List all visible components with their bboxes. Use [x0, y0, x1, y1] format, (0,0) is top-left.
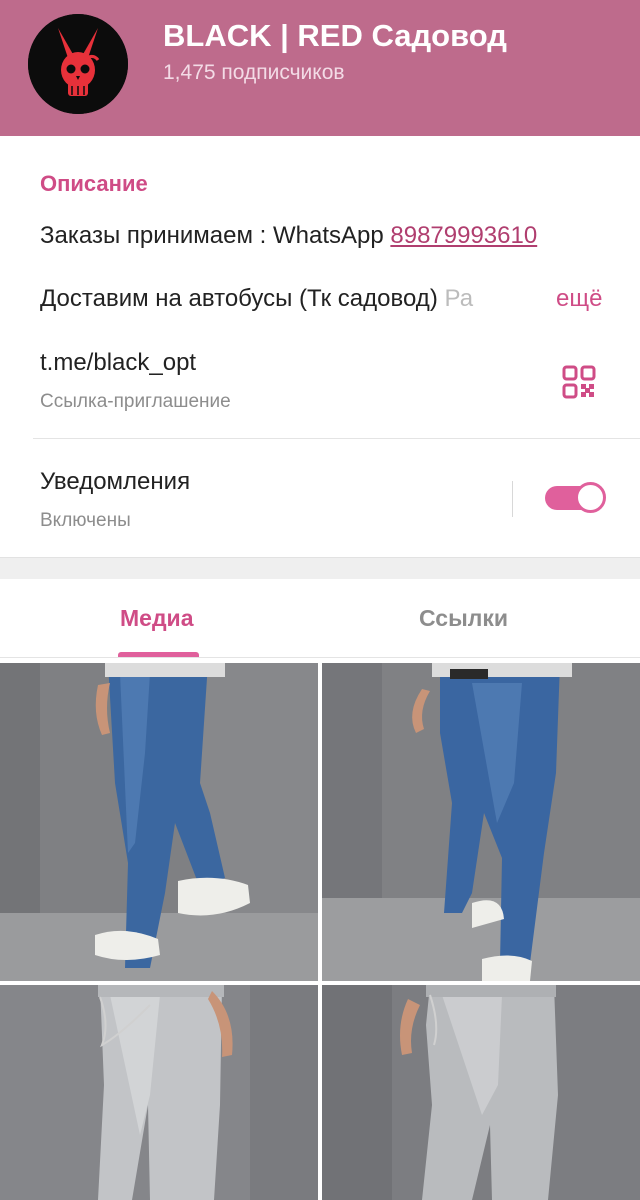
- notifications-status: Включены: [40, 510, 131, 531]
- media-thumbnail-grey-jeans-2[interactable]: [322, 985, 640, 1200]
- description-heading: Описание: [40, 171, 148, 196]
- channel-avatar[interactable]: [28, 14, 128, 114]
- notifications-title[interactable]: Уведомления: [40, 468, 190, 496]
- channel-header: BLACK | RED Садовод 1,475 подписчиков: [0, 0, 640, 136]
- media-thumbnail-blue-jeans-1[interactable]: [0, 663, 318, 981]
- description-line-orders: Заказы принимаем : WhatsApp 89879993610: [40, 222, 537, 250]
- subscriber-count: 1,475 подписчиков: [163, 61, 345, 84]
- orders-text: Заказы принимаем : WhatsApp: [40, 222, 391, 249]
- notifications-toggle[interactable]: [545, 482, 606, 514]
- grey-jeans-photo: [0, 985, 318, 1200]
- truncated-text: Ра: [444, 285, 474, 312]
- vertical-separator: [512, 481, 513, 517]
- invite-link[interactable]: t.me/black_opt: [40, 349, 196, 377]
- blue-jeans-photo: [0, 663, 318, 981]
- tab-media[interactable]: Медиа: [120, 605, 193, 632]
- blue-jeans-photo: [322, 663, 640, 981]
- description-line-delivery: Доставим на автобусы (Тк садовод) Ра: [40, 285, 473, 313]
- toggle-knob: [575, 482, 606, 513]
- qr-code-icon[interactable]: [562, 365, 596, 399]
- media-thumbnail-grey-jeans-1[interactable]: [0, 985, 318, 1200]
- grey-jeans-photo: [322, 985, 640, 1200]
- tabs-divider: [0, 657, 640, 658]
- section-gap: [0, 557, 640, 579]
- delivery-text: Доставим на автобусы (Тк садовод): [40, 285, 445, 312]
- bunny-skull-logo-icon: [28, 14, 128, 114]
- media-thumbnail-blue-jeans-2[interactable]: [322, 663, 640, 981]
- section-divider: [33, 438, 640, 439]
- invite-link-caption: Ссылка-приглашение: [40, 391, 231, 412]
- tab-links[interactable]: Ссылки: [419, 605, 508, 632]
- show-more-button[interactable]: ещё: [544, 285, 603, 313]
- whatsapp-phone-link[interactable]: 89879993610: [390, 222, 537, 249]
- channel-title: BLACK | RED Садовод: [163, 18, 507, 53]
